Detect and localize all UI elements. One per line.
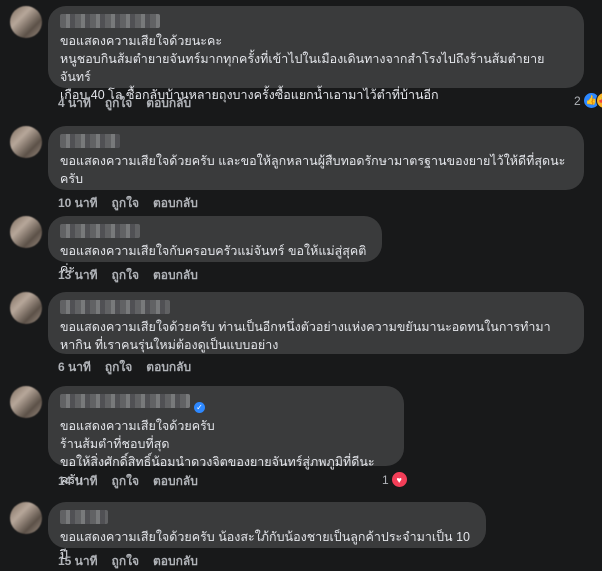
- reply-button[interactable]: ตอบกลับ: [153, 194, 198, 213]
- like-button[interactable]: ถูกใจ: [105, 358, 132, 377]
- like-button[interactable]: ถูกใจ: [105, 94, 132, 113]
- heart-reaction-icon: ♥: [390, 471, 408, 488]
- comment-actions: 14 นาที ถูกใจ ตอบกลับ: [58, 472, 198, 491]
- comment-bubble: ขอแสดงความเสียใจด้วยครับ น้องสะใภ้กับน้อ…: [48, 502, 486, 562]
- reaction-count: 1: [382, 472, 389, 487]
- reply-button[interactable]: ตอบกลับ: [153, 552, 198, 571]
- verified-badge-icon: ✓: [194, 402, 205, 414]
- avatar[interactable]: [10, 292, 42, 324]
- comment-bubble: ขอแสดงความเสียใจด้วยครับ ท่านเป็นอีกหนึ่…: [48, 292, 584, 354]
- author-name-blurred[interactable]: [60, 300, 170, 314]
- comment-actions: 6 นาที ถูกใจ ตอบกลับ: [58, 358, 191, 377]
- comment-bubble: ✓ ขอแสดงความเสียใจด้วยครับ ร้านส้มตำที่ช…: [48, 386, 404, 487]
- like-button[interactable]: ถูกใจ: [112, 266, 139, 285]
- avatar[interactable]: [10, 386, 42, 418]
- reply-button[interactable]: ตอบกลับ: [153, 472, 198, 491]
- author-name-blurred[interactable]: [60, 224, 140, 238]
- avatar[interactable]: [10, 126, 42, 158]
- avatar[interactable]: [10, 216, 42, 248]
- like-button[interactable]: ถูกใจ: [112, 552, 139, 571]
- author-name-blurred[interactable]: [60, 134, 120, 148]
- comment-bubble: ขอแสดงความเสียใจด้วยนะคะ หนูชอบกินส้มตำย…: [48, 6, 584, 102]
- comment-bubble: ขอแสดงความเสียใจด้วยครับ และขอให้ลูกหลาน…: [48, 126, 584, 190]
- comment-text: ขอแสดงความเสียใจด้วยครับ และขอให้ลูกหลาน…: [60, 154, 566, 186]
- comment-time[interactable]: 13 นาที: [58, 266, 98, 285]
- reaction-count: 2: [574, 93, 581, 108]
- reaction-summary[interactable]: 1 ♥: [382, 471, 408, 488]
- comment-time[interactable]: 14 นาที: [58, 472, 98, 491]
- reaction-summary[interactable]: 2 👍 🥰: [574, 92, 602, 109]
- like-button[interactable]: ถูกใจ: [112, 194, 139, 213]
- comment-time[interactable]: 10 นาที: [58, 194, 98, 213]
- avatar[interactable]: [10, 6, 42, 38]
- comment-actions: 15 นาที ถูกใจ ตอบกลับ: [58, 552, 198, 571]
- reply-button[interactable]: ตอบกลับ: [153, 266, 198, 285]
- comment-text: ขอแสดงความเสียใจด้วยครับ ท่านเป็นอีกหนึ่…: [60, 320, 551, 352]
- reply-button[interactable]: ตอบกลับ: [146, 358, 191, 377]
- author-name-blurred[interactable]: [60, 510, 108, 524]
- avatar[interactable]: [10, 502, 42, 534]
- comment-time[interactable]: 4 นาที: [58, 94, 91, 113]
- author-name-blurred[interactable]: [60, 394, 190, 408]
- like-button[interactable]: ถูกใจ: [112, 472, 139, 491]
- comment-time[interactable]: 6 นาที: [58, 358, 91, 377]
- comment-time[interactable]: 15 นาที: [58, 552, 98, 571]
- comment-actions: 4 นาที ถูกใจ ตอบกลับ: [58, 94, 191, 113]
- author-name-blurred[interactable]: [60, 14, 160, 28]
- comment-bubble: ขอแสดงความเสียใจกับครอบครัวแม่จันทร์ ขอใ…: [48, 216, 382, 276]
- reply-button[interactable]: ตอบกลับ: [146, 94, 191, 113]
- comment-actions: 13 นาที ถูกใจ ตอบกลับ: [58, 266, 198, 285]
- comment-actions: 10 นาที ถูกใจ ตอบกลับ: [58, 194, 198, 213]
